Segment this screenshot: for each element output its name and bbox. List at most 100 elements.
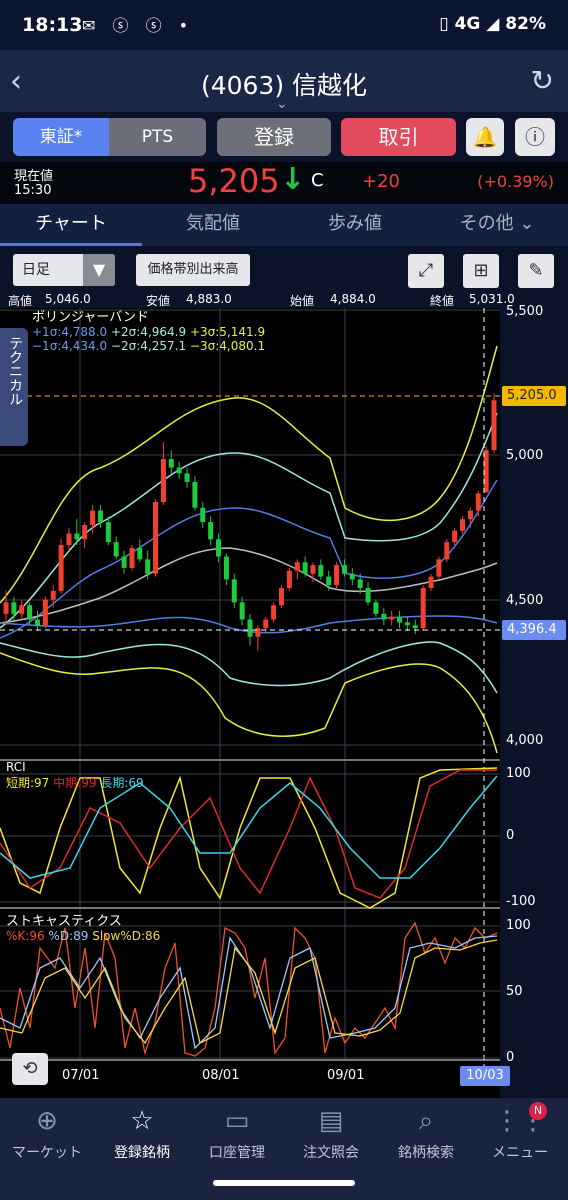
candle-body — [208, 522, 214, 540]
candle-body — [58, 545, 64, 591]
tab-search[interactable]: ⌕ 銘柄検索 — [379, 1098, 473, 1168]
candle-body — [168, 459, 174, 468]
chart-area[interactable]: テクニカル ボリンジャーバンド +1σ:4,788.0 +2σ:4,964.9 … — [0, 304, 568, 1098]
trade-button[interactable]: 取引 — [341, 118, 456, 156]
fullscreen-icon[interactable]: ⤢ — [408, 254, 444, 288]
candle-body — [82, 524, 88, 540]
candle-body — [239, 602, 245, 620]
market-tse-button[interactable]: 東証* — [13, 118, 109, 156]
market-pts-button[interactable]: PTS — [109, 118, 206, 156]
header-bar: (4063) 信越化 ‹ ⌄ ↻ — [0, 50, 568, 112]
bb-plus3: +3σ:5,141.9 — [189, 325, 266, 339]
tab-search-label: 銘柄検索 — [398, 1145, 454, 1161]
candle-body — [310, 565, 316, 574]
candle-body — [349, 573, 355, 580]
bell-icon[interactable]: 🔔 — [466, 118, 504, 156]
high-value: 5,046.0 — [45, 292, 91, 306]
tab-menu-label: メニュー — [492, 1145, 548, 1161]
back-arrow-icon[interactable]: ‹ — [10, 64, 40, 99]
current-price-tag: 5,205.0 — [502, 386, 566, 406]
tab-quotes[interactable]: 気配値 — [142, 204, 284, 246]
candle-body — [255, 628, 261, 637]
tab-watchlist[interactable]: ☆ 登録銘柄 — [95, 1098, 189, 1168]
globe-icon: ⊕ — [36, 1106, 58, 1136]
candle-body — [27, 605, 33, 620]
candle-body — [420, 588, 426, 629]
rci-long: 長期:69 — [100, 776, 144, 790]
rotate-icon[interactable]: ⟲ — [12, 1053, 48, 1085]
bb-minus2: −2σ:4,257.1 — [110, 339, 187, 353]
candle-body — [397, 616, 403, 623]
rci-mid: 中期:99 — [53, 776, 97, 790]
current-price: 5,205 — [188, 162, 280, 200]
info-icon[interactable]: ⓘ — [515, 118, 555, 156]
refresh-icon[interactable]: ↻ — [531, 64, 554, 97]
price-tick: 4,500 — [506, 593, 544, 608]
candle-body — [231, 579, 237, 603]
tab-other[interactable]: その他 ⌄ — [426, 204, 568, 246]
period-value: 日足 — [22, 262, 50, 278]
tab-chart[interactable]: チャート — [0, 204, 142, 246]
candle-body — [42, 599, 48, 626]
candle-body — [294, 562, 300, 571]
candle-body — [66, 533, 72, 546]
high-label: 高値 — [8, 294, 33, 308]
tab-ticks[interactable]: 歩み値 — [284, 204, 426, 246]
chevron-down-icon[interactable]: ⌄ — [276, 96, 288, 112]
vibrate-icon: ▯ — [439, 14, 449, 34]
tab-account[interactable]: ▭ 口座管理 — [190, 1098, 284, 1168]
technical-label: テクニカル — [7, 336, 23, 406]
candle-body — [302, 562, 308, 574]
home-indicator[interactable] — [213, 1180, 355, 1186]
grid-layout-icon[interactable]: ⊞ — [463, 254, 499, 288]
candle-body — [263, 619, 269, 629]
candle-body — [389, 616, 395, 620]
notification-badge: N — [529, 1102, 547, 1120]
dropdown-arrow-icon: ▼ — [83, 254, 115, 286]
price-row: 現在値 15:30 5,205 ↓ C +20 (+0.39%) — [0, 162, 568, 204]
date-tick: 08/01 — [202, 1068, 240, 1083]
candle-body — [97, 510, 103, 523]
candle-body — [334, 565, 340, 586]
price-tick: 5,000 — [506, 448, 544, 463]
stoch-tick: 50 — [506, 984, 523, 999]
close-label: 終値 — [430, 294, 455, 308]
volume-by-price-button[interactable]: 価格帯別出来高 — [136, 254, 250, 286]
candle-body — [137, 547, 143, 560]
candle-body — [184, 473, 190, 482]
tab-menu[interactable]: ⋮⋮ N メニュー — [473, 1098, 567, 1168]
register-button[interactable]: 登録 — [217, 118, 331, 156]
candle-body — [404, 622, 410, 626]
candle-body — [271, 605, 277, 620]
period-select[interactable]: 日足 ▼ — [13, 254, 115, 286]
technical-side-tab[interactable]: テクニカル — [0, 328, 28, 446]
stoch-title: ストキャスティクス — [6, 914, 122, 929]
cursor-date-tag: 10/03 — [460, 1066, 510, 1086]
tab-account-label: 口座管理 — [209, 1145, 265, 1161]
candle-body — [318, 565, 324, 577]
pencil-icon[interactable]: ✎ — [518, 254, 554, 288]
tab-market[interactable]: ⊕ マーケット — [0, 1098, 94, 1168]
price-time: 15:30 — [14, 183, 52, 198]
grid-menu-icon: ⋮⋮ — [494, 1106, 546, 1136]
candle-body — [192, 481, 198, 508]
candle-body — [491, 400, 497, 451]
candle-body — [452, 530, 458, 543]
open-value: 4,884.0 — [330, 292, 376, 306]
candle-body — [200, 507, 206, 523]
document-icon: ▤ — [318, 1106, 344, 1136]
battery-label: 82% — [505, 14, 546, 34]
notification-icons: ✉ ⓢ ⓢ • — [82, 16, 195, 35]
candle-body — [160, 459, 166, 503]
tab-orders[interactable]: ▤ 注文照会 — [284, 1098, 378, 1168]
tab-orders-label: 注文照会 — [303, 1145, 359, 1161]
candle-body — [121, 556, 127, 568]
price-chart-svg[interactable] — [0, 308, 568, 1098]
status-time: 18:13 — [22, 14, 83, 36]
candle-body — [444, 542, 450, 560]
cursor-price-tag: 4,396.4 — [502, 620, 566, 640]
rci-tick: 0 — [506, 828, 515, 843]
candle-body — [50, 590, 56, 600]
candle-body — [286, 570, 292, 589]
action-button-row: 東証* PTS 登録 取引 🔔 ⓘ — [0, 112, 568, 162]
